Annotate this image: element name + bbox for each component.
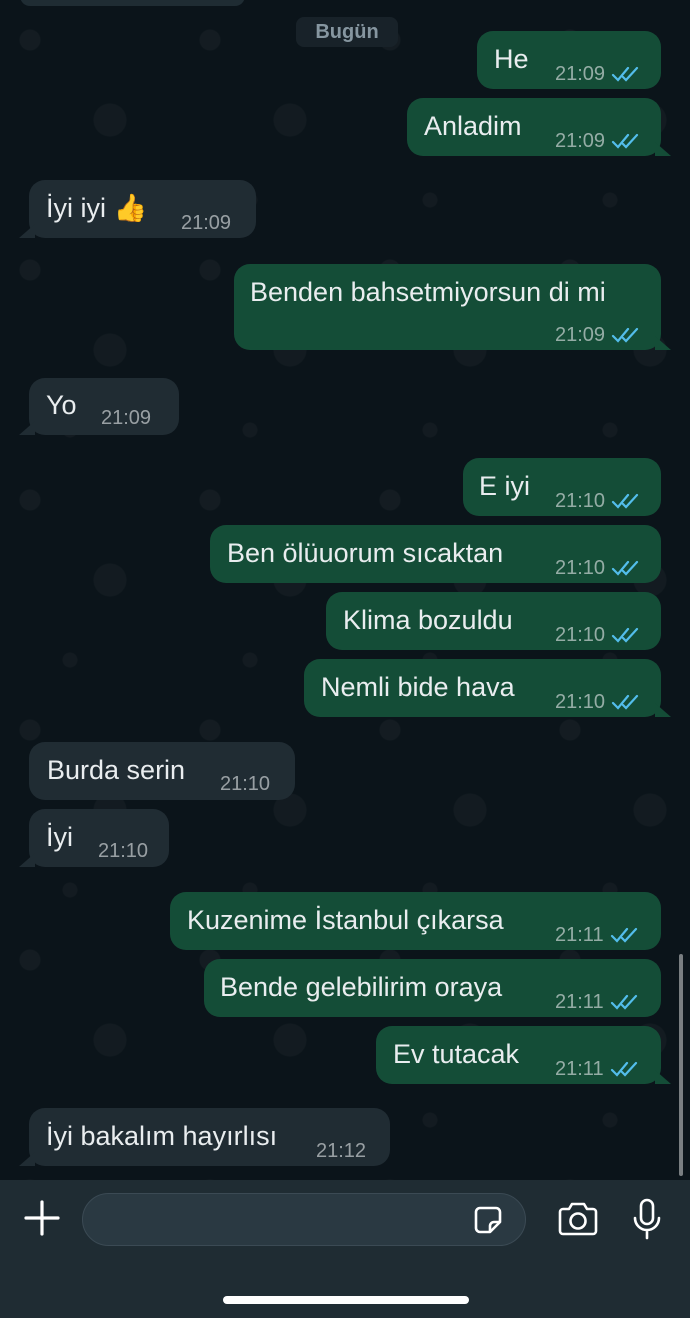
message-text: Bende gelebilirim oraya xyxy=(220,972,503,1002)
message-bubble-outgoing[interactable]: He 21:09 xyxy=(477,31,661,89)
read-receipt-icon xyxy=(611,694,639,710)
camera-icon[interactable] xyxy=(556,1200,600,1238)
message-time: 21:09 xyxy=(555,324,606,346)
message-bubble-outgoing[interactable]: Ben ölüuorum sıcaktan 21:10 xyxy=(210,525,661,583)
message-text: Anladim xyxy=(424,111,522,141)
read-receipt-icon xyxy=(610,1061,637,1077)
message-bubble-incoming[interactable]: İyi 21:10 xyxy=(19,809,169,867)
previous-message-edge xyxy=(20,0,245,6)
read-receipt-icon xyxy=(611,627,639,643)
message-text: İyi iyi 👍 xyxy=(46,193,148,223)
message-text: He xyxy=(494,44,529,74)
sticker-icon[interactable] xyxy=(470,1202,506,1238)
microphone-icon[interactable] xyxy=(630,1197,664,1241)
message-time: 21:10 xyxy=(98,840,149,862)
message-text: Kuzenime İstanbul çıkarsa xyxy=(187,905,504,935)
message-time: 21:11 xyxy=(555,991,604,1013)
message-time: 21:10 xyxy=(555,557,606,579)
message-bubble-outgoing[interactable]: E iyi 21:10 xyxy=(463,458,661,516)
message-meta: 21:10 xyxy=(555,552,641,584)
message-meta: 21:10 xyxy=(220,768,270,800)
message-text: Benden bahsetmiyorsun di mi xyxy=(250,277,606,307)
message-text: İyi bakalım hayırlısı xyxy=(46,1121,278,1151)
message-time: 21:11 xyxy=(555,924,604,946)
message-bubble-outgoing[interactable]: Benden bahsetmiyorsun di mi 21:09 xyxy=(234,264,671,351)
message-time: 21:09 xyxy=(181,212,232,234)
message-time: 21:09 xyxy=(555,130,606,152)
message-bubble-incoming[interactable]: İyi bakalım hayırlısı 21:12 xyxy=(19,1108,390,1167)
read-receipt-icon xyxy=(611,133,639,149)
message-text: Klima bozuldu xyxy=(343,605,513,635)
message-meta: 21:10 xyxy=(555,485,641,517)
message-text: Nemli bide hava xyxy=(321,672,515,702)
home-indicator[interactable] xyxy=(223,1296,469,1304)
read-receipt-icon xyxy=(611,327,639,343)
message-meta: 21:09 xyxy=(555,58,641,90)
message-text: Ev tutacak xyxy=(393,1039,520,1069)
read-receipt-icon xyxy=(611,66,639,82)
message-time: 21:09 xyxy=(555,63,606,85)
message-bubble-outgoing[interactable]: Bende gelebilirim oraya 21:11 xyxy=(204,959,661,1017)
message-text: Yo xyxy=(46,390,77,420)
message-time: 21:10 xyxy=(220,773,271,795)
message-bubble-outgoing[interactable]: Ev tutacak 21:11 xyxy=(376,1026,671,1085)
message-meta: 21:09 xyxy=(555,319,641,351)
message-bubble-incoming[interactable]: İyi iyi 👍 21:09 xyxy=(19,180,256,239)
message-meta: 21:09 xyxy=(181,207,231,239)
message-bubble-incoming[interactable]: Burda serin 21:10 xyxy=(29,742,295,800)
message-meta: 21:11 xyxy=(555,919,640,951)
date-separator: Bugün xyxy=(296,17,398,47)
read-receipt-icon xyxy=(611,493,639,509)
message-time: 21:12 xyxy=(316,1140,367,1162)
message-meta: 21:09 xyxy=(555,125,641,157)
message-meta: 21:10 xyxy=(555,686,641,718)
scrollbar[interactable] xyxy=(679,954,683,1176)
message-time: 21:10 xyxy=(555,691,606,713)
message-bubble-outgoing[interactable]: Anladim 21:09 xyxy=(407,98,671,157)
message-time: 21:10 xyxy=(555,624,606,646)
message-text: Burda serin xyxy=(47,755,186,785)
read-receipt-icon xyxy=(610,994,637,1010)
message-bubble-incoming[interactable]: Yo 21:09 xyxy=(19,378,179,435)
message-text: İyi xyxy=(46,822,73,852)
message-meta: 21:10 xyxy=(98,835,148,867)
read-receipt-icon xyxy=(610,927,637,943)
message-bubble-outgoing[interactable]: Kuzenime İstanbul çıkarsa 21:11 xyxy=(170,892,661,950)
message-bubble-outgoing[interactable]: Klima bozuldu 21:10 xyxy=(326,592,661,650)
message-meta: 21:09 xyxy=(101,402,151,434)
message-text: E iyi xyxy=(479,471,531,501)
message-time: 21:10 xyxy=(555,490,606,512)
chat-area[interactable]: Bugün He 21:09 Anladim 21:09 İyi iyi 👍 2… xyxy=(0,0,690,1180)
message-time: 21:11 xyxy=(555,1058,604,1080)
message-time: 21:09 xyxy=(101,407,152,429)
message-text: Ben ölüuorum sıcaktan xyxy=(227,538,504,568)
message-meta: 21:12 xyxy=(316,1135,366,1167)
read-receipt-icon xyxy=(611,560,639,576)
message-meta: 21:11 xyxy=(555,1053,640,1085)
message-meta: 21:10 xyxy=(555,619,641,651)
message-meta: 21:11 xyxy=(555,986,640,1018)
plus-icon[interactable] xyxy=(22,1198,62,1238)
message-bubble-outgoing[interactable]: Nemli bide hava 21:10 xyxy=(304,659,671,718)
message-input[interactable] xyxy=(82,1193,526,1246)
